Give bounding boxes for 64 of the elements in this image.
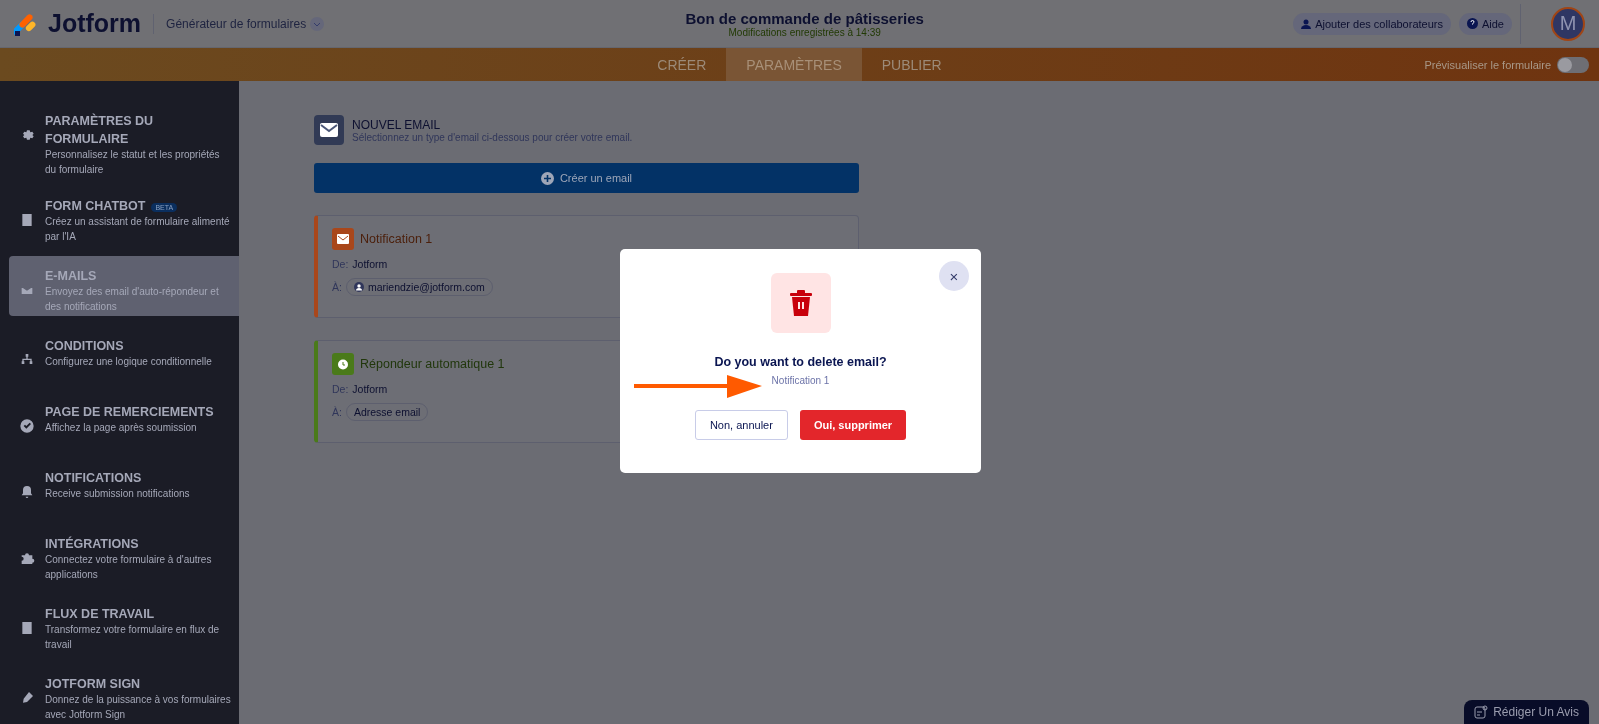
sidebar-item-description: Envoyez des email d'auto-répondeur et des notifications	[45, 285, 220, 314]
person-icon	[1301, 18, 1312, 29]
person-icon	[353, 282, 364, 292]
form-title: Bon de commande de pâtisseries	[685, 9, 924, 27]
sidebar-item[interactable]: INTÉGRATIONS Connectez votre formulaire à d'autres applications	[9, 524, 239, 584]
from-value: Jotform	[352, 383, 388, 395]
create-email-button[interactable]: Créer un email	[314, 163, 859, 193]
sidebar-item[interactable]: PAGE DE REMERCIEMENTS Affichez la page après soumission	[9, 392, 239, 448]
delete-button[interactable]: Oui, supprimer	[799, 410, 907, 440]
to-label: À:	[332, 281, 342, 293]
sidebar-item-title: FORM CHATBOT	[45, 199, 146, 213]
email-title: Répondeur automatique 1	[360, 357, 505, 371]
sidebar-item-icon	[19, 620, 35, 636]
sidebar-item-description: Créez un assistant de formulaire alimenté par l'IA	[45, 215, 231, 244]
sidebar-item-description: Personnalisez le statut et les propriétés du formulaire	[45, 148, 221, 177]
write-review-button[interactable]: Rédiger Un Avis	[1464, 700, 1589, 724]
sidebar-item-icon	[19, 550, 35, 566]
new-email-title: NOUVEL EMAIL	[352, 117, 442, 132]
chevron-icon[interactable]	[310, 16, 325, 31]
sidebar-item-description: Configurez une logique conditionnelle	[45, 355, 212, 369]
close-button[interactable]: ×	[939, 261, 969, 291]
save-status: Modifications enregistrées à 14:39	[728, 26, 881, 38]
trash-icon	[770, 273, 831, 333]
sidebar-item-title: NOTIFICATIONS	[45, 471, 142, 485]
add-collaborators-button[interactable]: Ajouter des collaborateurs	[1293, 12, 1451, 35]
sidebar-item[interactable]: FLUX DE TRAVAIL Transformez votre formulaire en flux de travail	[9, 594, 239, 654]
review-icon	[1474, 705, 1489, 719]
builder-menu[interactable]: Générateur de formulaires	[166, 16, 307, 31]
preview-label: Prévisualiser le formulaire	[1424, 58, 1551, 71]
sidebar-item-title: PARAMÈTRES DU FORMULAIRE	[45, 114, 154, 146]
from-label: De:	[332, 258, 349, 270]
from-label: De:	[332, 383, 349, 395]
sidebar-item-title: FLUX DE TRAVAIL	[45, 607, 155, 621]
sidebar-item-description: Receive submission notifications	[45, 487, 190, 501]
sidebar-item-icon	[19, 418, 35, 434]
cancel-button[interactable]: Non, annuler	[694, 410, 788, 440]
help-button[interactable]: Aide	[1458, 12, 1512, 35]
sidebar-item-title: JOTFORM SIGN	[45, 677, 141, 691]
logo-wordmark[interactable]: Jotform	[48, 9, 142, 38]
from-value: Jotform	[352, 258, 388, 270]
sidebar-item[interactable]: CONDITIONS Configurez une logique conditionnelle	[9, 326, 239, 382]
envelope-icon	[332, 228, 354, 250]
envelope-icon	[314, 115, 344, 145]
sidebar-item-description: Affichez la page après soumission	[45, 421, 198, 435]
plus-icon	[540, 171, 554, 185]
to-label: À:	[332, 406, 342, 418]
sidebar-item-title: CONDITIONS	[45, 339, 124, 353]
sidebar-item-icon	[19, 484, 35, 500]
user-avatar[interactable]: M	[1551, 6, 1585, 41]
sidebar-item-description: Connectez votre formulaire à d'autres applications	[45, 553, 213, 582]
sidebar-item-description: Donnez de la puissance à vos formulaires avec Jotform Sign	[45, 693, 232, 722]
clock-icon	[332, 353, 354, 375]
sidebar-item[interactable]: JOTFORM SIGN Donnez de la puissance à vos formulaires avec Jotform Sign	[9, 664, 239, 724]
sidebar-item[interactable]: PARAMÈTRES DU FORMULAIRE Personnalisez le statut et les propriétés du formulaire	[9, 101, 239, 176]
sidebar-item-icon	[19, 212, 35, 228]
sidebar-item-description: Transformez votre formulaire en flux de travail	[45, 623, 221, 652]
sidebar-item-title: E-MAILS	[45, 269, 97, 283]
sidebar-item-title: INTÉGRATIONS	[45, 537, 139, 551]
help-icon	[1466, 18, 1478, 29]
email-title: Notification 1	[360, 232, 433, 246]
sidebar-item[interactable]: NOTIFICATIONS Receive submission notifications	[9, 458, 239, 514]
sidebar-item-title: PAGE DE REMERCIEMENTS	[45, 405, 214, 419]
email-name: Notification 1	[771, 375, 830, 386]
preview-toggle[interactable]	[1557, 56, 1589, 73]
